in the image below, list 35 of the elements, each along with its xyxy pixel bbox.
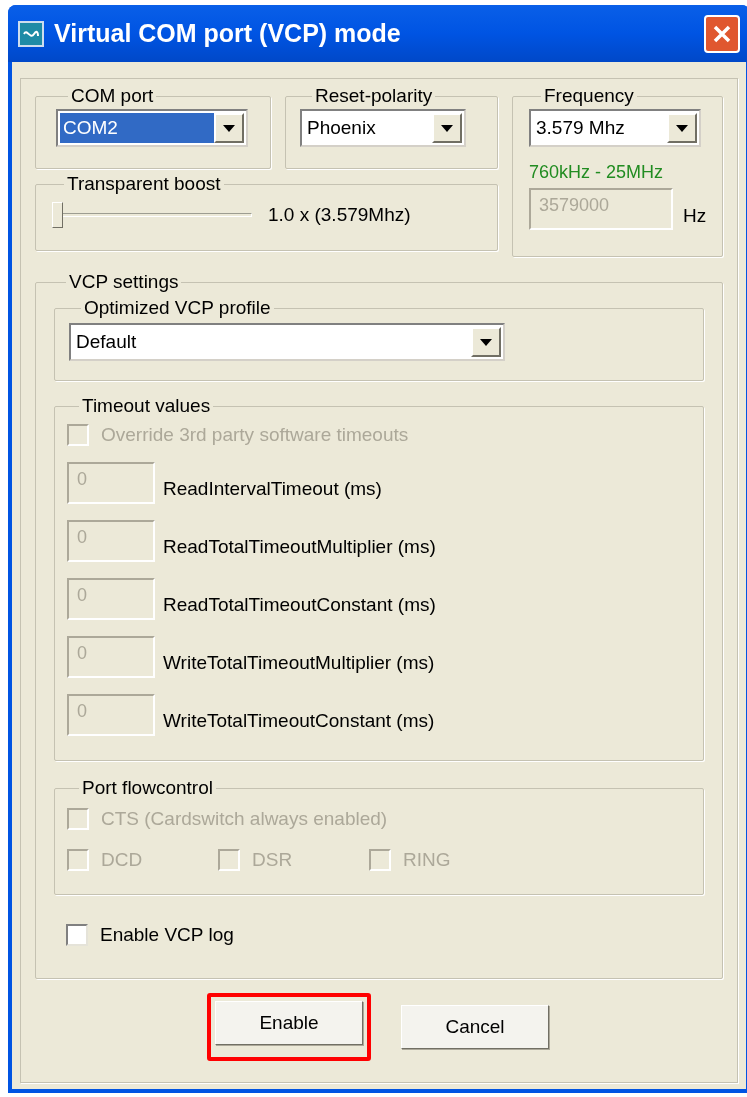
frequency-range: 760kHz - 25MHz <box>529 161 665 184</box>
group-label: Timeout values <box>81 395 212 417</box>
dropdown[interactable]: 3.579 Mhz <box>529 109 701 147</box>
group-label: Port flowcontrol <box>81 777 214 799</box>
group-label: Optimized VCP profile <box>83 297 272 319</box>
slider-track[interactable] <box>52 202 252 229</box>
window-icon <box>18 20 44 47</box>
checkbox-label: Override 3rd party software timeouts <box>101 423 409 447</box>
checkbox-label: Enable VCP log <box>100 923 234 947</box>
checkbox-label: CTS (Cardswitch always enabled) <box>101 807 388 831</box>
boost-reading: 1.0 x (3.579Mhz) <box>268 203 411 227</box>
dropdown[interactable]: Default <box>69 323 505 361</box>
dropdown[interactable]: COM2 <box>56 109 248 147</box>
close-icon <box>712 23 732 44</box>
checkbox-label: RING <box>403 847 451 872</box>
checkbox[interactable] <box>66 924 88 947</box>
unit-label: Hz <box>683 203 707 228</box>
field-label: ReadTotalTimeoutConstant (ms) <box>163 593 436 617</box>
dialog-button[interactable]: Enable <box>215 1001 363 1045</box>
dialog-button[interactable]: Cancel <box>401 1005 549 1049</box>
group-label: Frequency <box>543 85 635 107</box>
group-label: Transparent boost <box>66 173 222 195</box>
group-label: VCP settings <box>68 271 180 293</box>
group-label: COM port <box>70 85 155 107</box>
field-label: WriteTotalTimeoutConstant (ms) <box>163 709 435 733</box>
checkbox-label: DCD <box>101 847 143 872</box>
close-button[interactable] <box>704 14 740 53</box>
field-label: ReadIntervalTimeout (ms) <box>163 477 382 501</box>
field-label: ReadTotalTimeoutMultiplier (ms) <box>163 535 436 559</box>
slider-thumb[interactable] <box>52 202 63 229</box>
checkbox-label: DSR <box>252 847 293 872</box>
field-label: WriteTotalTimeoutMultiplier (ms) <box>163 651 435 675</box>
window-title: Virtual COM port (VCP) mode <box>54 17 402 49</box>
dropdown[interactable]: Phoenix <box>300 109 466 147</box>
group-label: Reset-polarity <box>314 85 434 107</box>
